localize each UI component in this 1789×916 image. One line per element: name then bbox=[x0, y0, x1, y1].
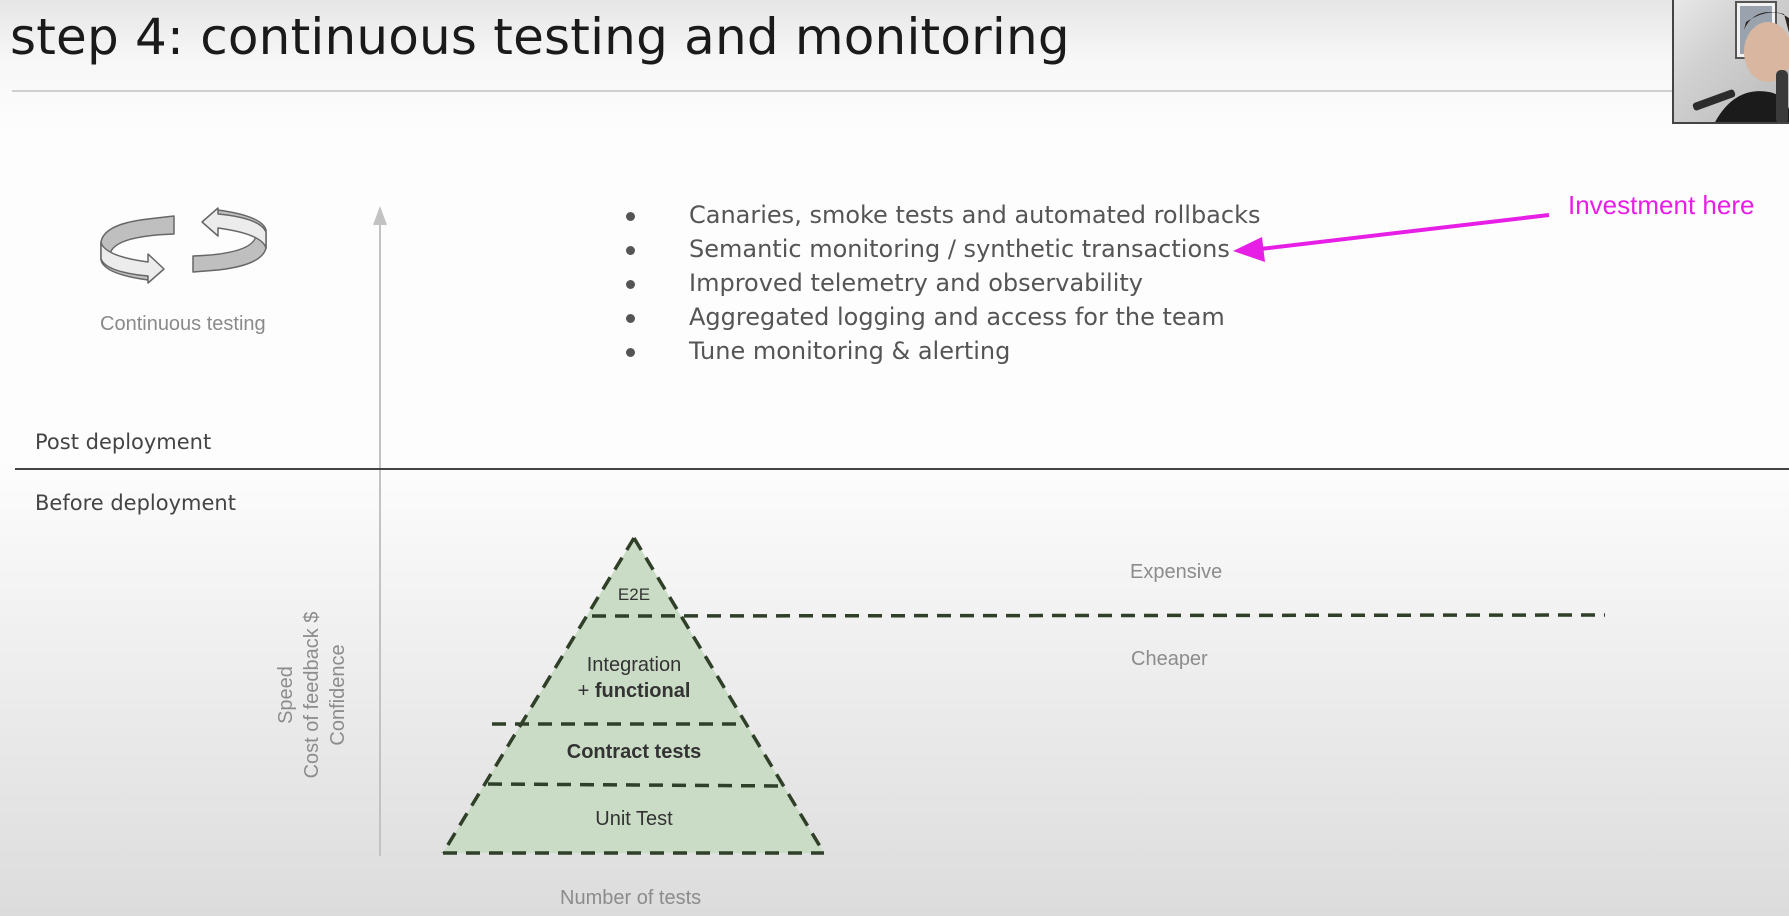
y-axis-label-speed: Speed bbox=[275, 666, 297, 724]
x-axis-label: Number of tests bbox=[560, 887, 702, 909]
pyramid-tier-contract: Contract tests bbox=[566, 741, 702, 763]
post-deployment-label: Post deployment bbox=[35, 430, 212, 454]
rotate-cycle-icon bbox=[100, 207, 267, 284]
pyramid-tier-e2e: E2E bbox=[617, 585, 651, 604]
investment-arrow-line bbox=[1251, 213, 1550, 252]
bullet-icon bbox=[626, 212, 635, 221]
bullet-icon bbox=[626, 348, 635, 357]
before-deployment-label: Before deployment bbox=[35, 491, 236, 515]
vertical-axis-arrowhead bbox=[373, 206, 387, 225]
y-axis-label-cost: Cost of feedback $ bbox=[301, 611, 323, 779]
expensive-label: Expensive bbox=[1130, 561, 1223, 583]
continuous-testing-label: Continuous testing bbox=[100, 313, 266, 335]
investment-arrowhead bbox=[1233, 237, 1265, 262]
pyramid-tier-unit: Unit Test bbox=[595, 808, 673, 830]
pyramid-tier-integration: Integration + functional bbox=[577, 654, 691, 702]
slide-graphics bbox=[100, 206, 1606, 856]
tier-divider-e2e bbox=[591, 613, 1606, 618]
y-axis-label-confidence: Confidence bbox=[327, 644, 349, 746]
bullet-icon bbox=[626, 314, 635, 323]
investment-callout: Investment here bbox=[1568, 190, 1755, 220]
deployment-divider bbox=[15, 468, 1789, 470]
cheaper-label: Cheaper bbox=[1131, 648, 1208, 670]
bullet-icon bbox=[626, 246, 635, 255]
bullet-icon bbox=[626, 280, 635, 289]
